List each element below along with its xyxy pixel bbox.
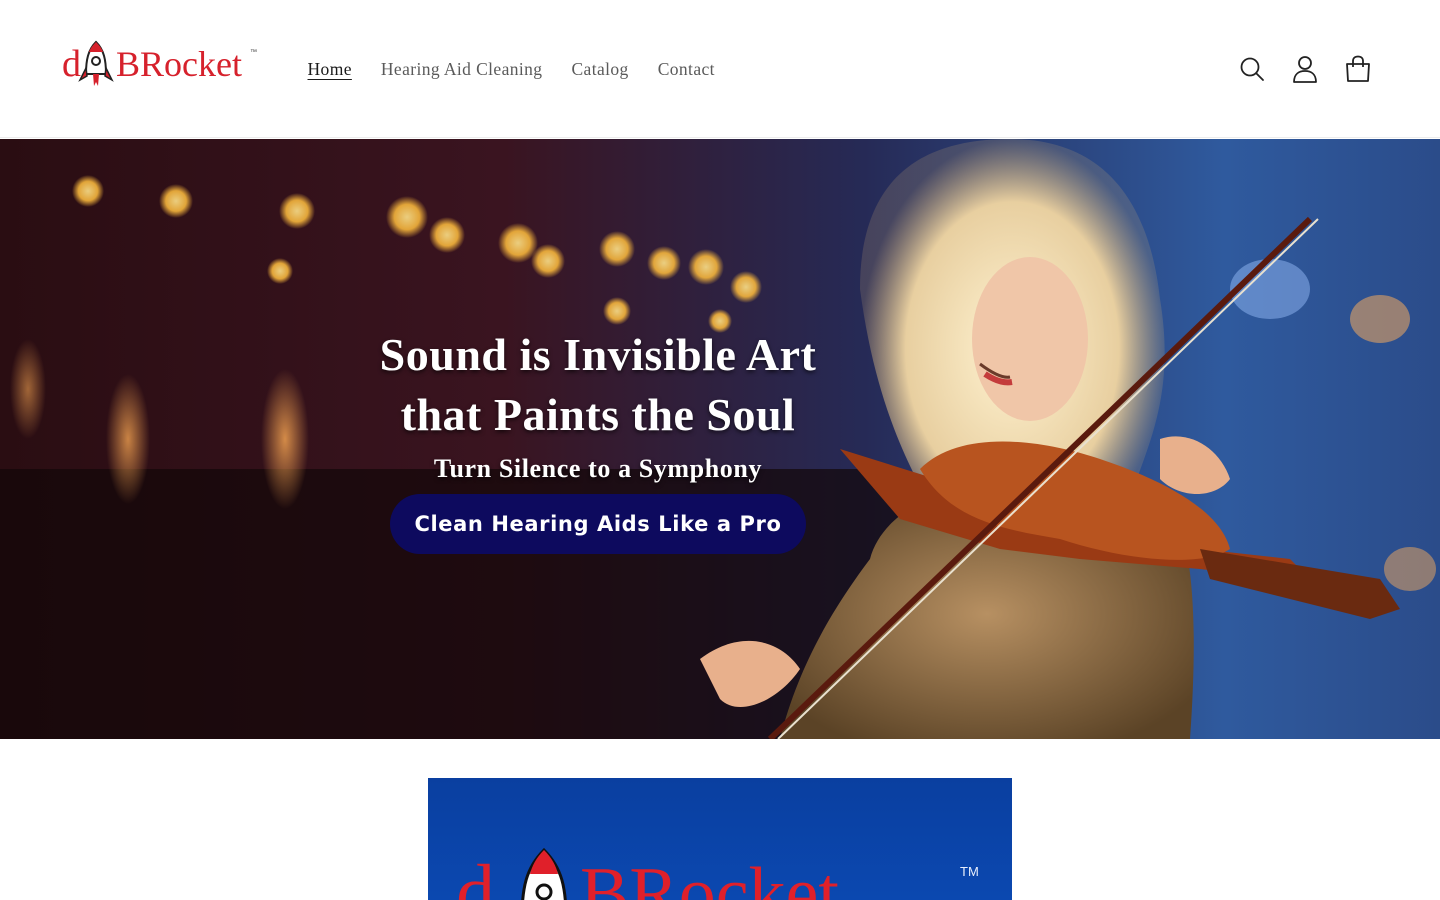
header-icons bbox=[1225, 44, 1384, 94]
search-button[interactable] bbox=[1225, 44, 1278, 94]
nav-hearing-aid-cleaning[interactable]: Hearing Aid Cleaning bbox=[366, 53, 557, 86]
logo-text-d: d bbox=[62, 43, 81, 85]
cart-icon bbox=[1345, 55, 1370, 82]
logo-text-brocket: BRocket bbox=[116, 44, 242, 84]
main-nav: Home Hearing Aid Cleaning Catalog Contac… bbox=[293, 52, 729, 86]
promo-logo-brocket: BRocket bbox=[580, 853, 839, 900]
account-button[interactable] bbox=[1278, 44, 1331, 94]
promo-trademark: TM bbox=[960, 864, 979, 879]
hero-subtitle: Turn Silence to a Symphony bbox=[433, 454, 763, 483]
promo-logo-image[interactable]: d BRocket TM bbox=[428, 778, 1012, 900]
hero-title-line-1: Sound is Invisible Art bbox=[379, 329, 817, 380]
nav-home[interactable]: Home bbox=[293, 53, 366, 86]
hero-title-line-2: that Paints the Soul bbox=[400, 389, 796, 440]
hero-title: Sound is Invisible Art that Paints the S… bbox=[318, 325, 878, 445]
hero-content: Sound is Invisible Art that Paints the S… bbox=[318, 325, 878, 554]
promo-logo-d: d bbox=[456, 848, 495, 900]
promo-banner: d BRocket TM bbox=[428, 778, 1012, 900]
search-icon bbox=[1240, 57, 1264, 81]
site-header: d BRocket ™ Home Hearing Aid Cleaning Ca… bbox=[0, 0, 1440, 138]
logo-trademark: ™ bbox=[250, 49, 257, 56]
hero-banner: Sound is Invisible Art that Paints the S… bbox=[0, 139, 1440, 739]
account-icon bbox=[1292, 56, 1317, 83]
nav-contact[interactable]: Contact bbox=[643, 53, 729, 86]
rocket-icon bbox=[78, 40, 114, 86]
nav-catalog[interactable]: Catalog bbox=[557, 53, 643, 86]
cart-button[interactable] bbox=[1331, 44, 1384, 94]
clean-hearing-aids-button[interactable]: Clean Hearing Aids Like a Pro bbox=[390, 494, 806, 554]
site-logo[interactable]: d BRocket ™ bbox=[60, 38, 260, 98]
